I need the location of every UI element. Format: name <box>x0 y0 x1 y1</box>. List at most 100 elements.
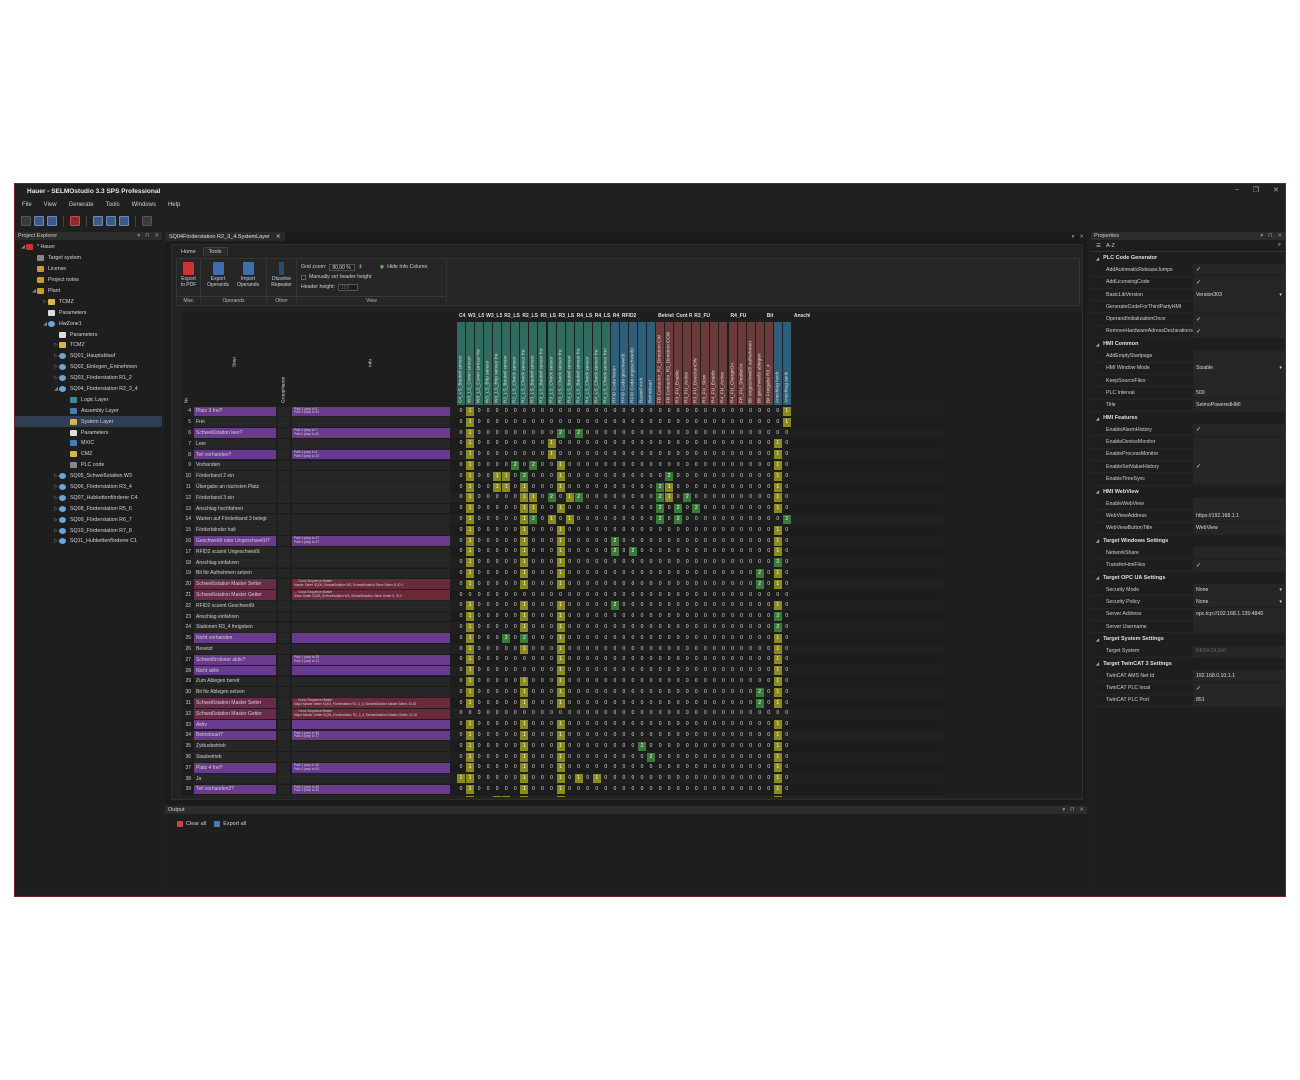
signal-value-cell[interactable]: 0 <box>692 634 700 643</box>
signal-value-cell[interactable]: 0 <box>747 558 755 567</box>
signal-value-cell[interactable]: 0 <box>629 418 637 427</box>
signal-value-cell[interactable]: 0 <box>647 515 655 524</box>
categorized-icon[interactable]: ☰ <box>1096 243 1101 249</box>
property-value[interactable]: ✓ <box>1193 559 1285 571</box>
signal-value-cell[interactable]: 0 <box>674 720 682 729</box>
signal-value-cell[interactable]: 0 <box>511 623 519 632</box>
signal-value-cell[interactable]: 1 <box>773 795 782 797</box>
signal-value-cell[interactable]: 0 <box>566 699 574 708</box>
signal-value-cell[interactable]: 1 <box>466 504 475 514</box>
signal-value-cell[interactable]: 2 <box>773 612 782 622</box>
signal-value-cell[interactable]: 0 <box>783 774 791 783</box>
signal-value-cell[interactable]: 2 <box>674 515 683 524</box>
signal-value-cell[interactable]: 0 <box>493 407 501 416</box>
signal-value-cell[interactable]: 0 <box>593 709 601 718</box>
signal-value-cell[interactable]: 2 <box>547 493 556 503</box>
signal-value-cell[interactable]: 0 <box>665 742 673 751</box>
signal-value-cell[interactable]: 0 <box>511 493 519 502</box>
signal-value-cell[interactable]: 0 <box>683 526 691 535</box>
dropdown-chevron-icon[interactable]: ▾ <box>1279 587 1285 593</box>
signal-value-cell[interactable]: 0 <box>629 569 637 578</box>
signal-value-cell[interactable]: 0 <box>738 623 746 632</box>
signal-value-cell[interactable]: 0 <box>683 472 691 481</box>
signal-value-cell[interactable]: 0 <box>529 537 537 546</box>
signal-value-cell[interactable]: 0 <box>710 796 718 798</box>
tree-item[interactable]: ▷ TCMZ <box>15 296 162 307</box>
signal-value-cell[interactable]: 0 <box>647 429 655 438</box>
signal-value-cell[interactable]: 0 <box>575 526 583 535</box>
property-category[interactable]: ◢ HMI Common <box>1091 338 1285 350</box>
signal-column-header[interactable]: W3_LS_Bhp sensor fre <box>493 322 502 405</box>
signal-value-cell[interactable]: 0 <box>575 634 583 643</box>
tree-item[interactable]: System Layer <box>15 416 162 428</box>
signal-column-header[interactable]: R4_LS_Check sensor frei <box>601 322 610 405</box>
search-icon[interactable]: ⌕ <box>1278 242 1285 249</box>
signal-value-cell[interactable]: 0 <box>538 699 546 708</box>
property-category[interactable]: ◢ PLC Code Generator <box>1091 252 1285 264</box>
signal-value-cell[interactable]: 0 <box>511 677 519 686</box>
signal-value-cell[interactable]: 0 <box>548 645 556 654</box>
signal-value-cell[interactable]: 0 <box>502 569 510 578</box>
signal-value-cell[interactable]: 0 <box>701 504 709 513</box>
signal-value-cell[interactable]: 0 <box>719 742 727 751</box>
signal-value-cell[interactable]: 0 <box>502 720 510 729</box>
signal-value-cell[interactable]: 0 <box>692 688 700 697</box>
signal-value-cell[interactable]: 0 <box>566 688 574 697</box>
table-row[interactable]: 40Vorhanden01001101000100000000000000000… <box>182 794 942 798</box>
signal-value-cell[interactable]: 0 <box>493 666 501 675</box>
signal-value-cell[interactable]: 0 <box>484 591 492 600</box>
signal-value-cell[interactable]: 1 <box>466 655 475 665</box>
signal-value-cell[interactable]: 1 <box>773 731 782 740</box>
signal-value-cell[interactable]: 1 <box>520 763 529 773</box>
signal-value-cell[interactable]: 0 <box>584 645 592 654</box>
signal-value-cell[interactable]: 0 <box>502 612 510 621</box>
signal-value-cell[interactable]: 0 <box>738 407 746 416</box>
signal-value-cell[interactable]: 0 <box>756 731 764 740</box>
signal-value-cell[interactable]: 0 <box>692 709 700 718</box>
signal-value-cell[interactable]: 0 <box>729 753 737 762</box>
signal-value-cell[interactable]: 1 <box>773 633 782 643</box>
signal-value-cell[interactable]: 0 <box>584 580 592 589</box>
signal-value-cell[interactable]: 0 <box>738 537 746 546</box>
signal-value-cell[interactable]: 0 <box>674 742 682 751</box>
signal-value-cell[interactable]: 0 <box>683 699 691 708</box>
signal-value-cell[interactable]: 0 <box>493 591 501 600</box>
table-row[interactable]: 25 Nicht vorhanden 0 1 0 0 0 2 0 2 0 0 0 1 0 0 0 0 0 0 0 0 0 0 0… <box>182 632 942 644</box>
signal-value-cell[interactable]: 2 <box>674 504 683 514</box>
group-name[interactable] <box>278 719 290 730</box>
signal-value-cell[interactable]: 0 <box>529 439 537 448</box>
property-row[interactable]: Security Mode None ▾ <box>1091 584 1285 597</box>
tree-item[interactable]: Logic Layer <box>15 394 162 405</box>
signal-value-cell[interactable]: 0 <box>710 688 718 697</box>
signal-value-cell[interactable]: 0 <box>747 785 755 794</box>
signal-value-cell[interactable]: 0 <box>475 450 483 459</box>
signal-value-cell[interactable]: 0 <box>493 709 501 718</box>
signal-value-cell[interactable]: 0 <box>620 407 628 416</box>
signal-value-cell[interactable]: 0 <box>529 731 537 740</box>
signal-value-cell[interactable]: 0 <box>611 418 619 427</box>
signal-value-cell[interactable]: 0 <box>584 558 592 567</box>
signal-value-cell[interactable]: 0 <box>729 493 737 502</box>
signal-value-cell[interactable]: 0 <box>683 774 691 783</box>
signal-value-cell[interactable]: 0 <box>747 774 755 783</box>
signal-value-cell[interactable]: 0 <box>475 461 483 470</box>
signal-value-cell[interactable]: 0 <box>638 623 646 632</box>
signal-value-cell[interactable]: 1 <box>502 795 511 797</box>
signal-value-cell[interactable]: 0 <box>729 655 737 664</box>
tree-item[interactable]: ▷ SQ07_Hubkettenförderer C4 <box>15 492 162 503</box>
minimize-icon[interactable]: – <box>1235 186 1239 194</box>
dock-icon[interactable]: ⊓ <box>145 233 149 239</box>
property-row[interactable]: BasicLibVersion Version303 ▾ <box>1091 289 1285 302</box>
signal-value-cell[interactable]: 0 <box>493 774 501 783</box>
signal-value-cell[interactable]: 0 <box>656 742 664 751</box>
signal-value-cell[interactable]: 0 <box>638 580 646 589</box>
signal-value-cell[interactable]: 0 <box>756 547 764 556</box>
signal-value-cell[interactable]: 0 <box>629 742 637 751</box>
signal-value-cell[interactable]: 0 <box>529 623 537 632</box>
signal-value-cell[interactable]: 0 <box>484 709 492 718</box>
signal-value-cell[interactable]: 0 <box>475 720 483 729</box>
signal-value-cell[interactable]: 0 <box>475 655 483 664</box>
signal-value-cell[interactable]: 0 <box>756 472 764 481</box>
signal-value-cell[interactable]: 0 <box>511 720 519 729</box>
signal-value-cell[interactable]: 0 <box>729 569 737 578</box>
